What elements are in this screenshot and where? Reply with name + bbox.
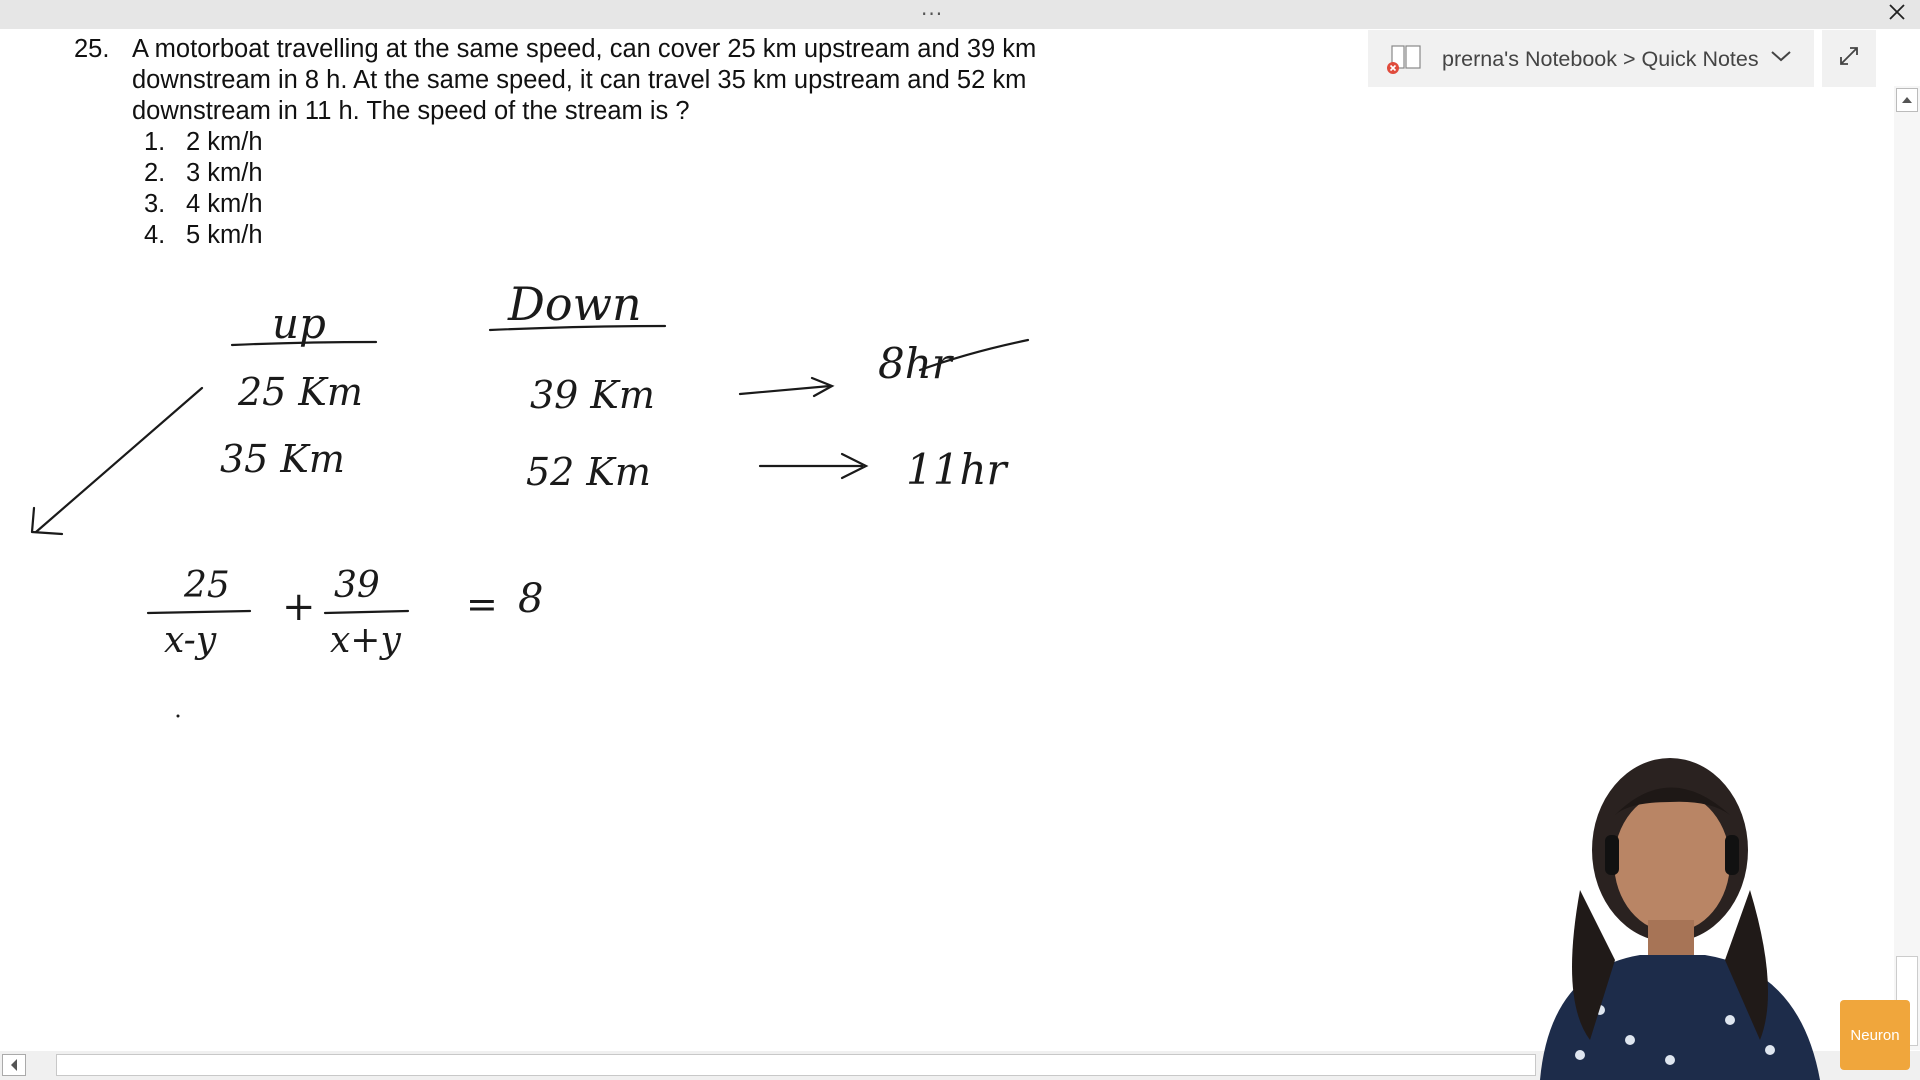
neuron-logo: Neuron — [1840, 1000, 1910, 1070]
caret-left-icon — [11, 1059, 17, 1071]
presenter-webcam — [1540, 758, 1820, 1080]
option-text: 2 km/h — [186, 128, 263, 156]
answer-options: 1. 2 km/h 2. 3 km/h 3. 4 km/h 4. 5 km/h — [144, 127, 263, 251]
option-text: 4 km/h — [186, 190, 263, 218]
close-icon — [1888, 3, 1906, 26]
expand-icon — [1837, 44, 1861, 73]
question-line: A motorboat travelling at the same speed… — [132, 35, 1037, 63]
question-number: 25. — [74, 35, 110, 63]
drag-handle-icon[interactable]: ··· — [921, 2, 943, 26]
scroll-up-button[interactable] — [1896, 88, 1918, 112]
notebook-sync-error-icon — [1386, 44, 1424, 81]
option-text: 5 km/h — [186, 221, 263, 249]
question-text: A motorboat travelling at the same speed… — [132, 34, 1132, 127]
question-line: downstream in 8 h. At the same speed, it… — [132, 66, 1027, 94]
notebook-location-bar[interactable]: prerna's Notebook > Quick Notes — [1368, 30, 1814, 87]
caret-up-icon — [1902, 97, 1912, 103]
notebook-breadcrumb: prerna's Notebook > Quick Notes — [1442, 47, 1759, 71]
close-button[interactable] — [1880, 0, 1914, 29]
answer-option: 1. 2 km/h — [144, 127, 263, 158]
option-number: 2. — [144, 159, 166, 187]
option-number: 3. — [144, 190, 166, 218]
scroll-left-button[interactable] — [2, 1054, 26, 1076]
question-line: downstream in 11 h. The speed of the str… — [132, 97, 690, 125]
answer-option: 4. 5 km/h — [144, 220, 263, 251]
option-text: 3 km/h — [186, 159, 263, 187]
option-number: 4. — [144, 221, 166, 249]
vertical-scrollbar[interactable] — [1894, 86, 1920, 1050]
expand-button[interactable] — [1822, 30, 1876, 87]
option-number: 1. — [144, 128, 166, 156]
answer-option: 3. 4 km/h — [144, 189, 263, 220]
logo-text: Neuron — [1850, 1026, 1900, 1044]
window-titlebar: ··· — [0, 0, 1920, 29]
answer-option: 2. 3 km/h — [144, 158, 263, 189]
scroll-track[interactable] — [56, 1054, 1536, 1076]
chevron-down-icon[interactable] — [1770, 49, 1792, 68]
